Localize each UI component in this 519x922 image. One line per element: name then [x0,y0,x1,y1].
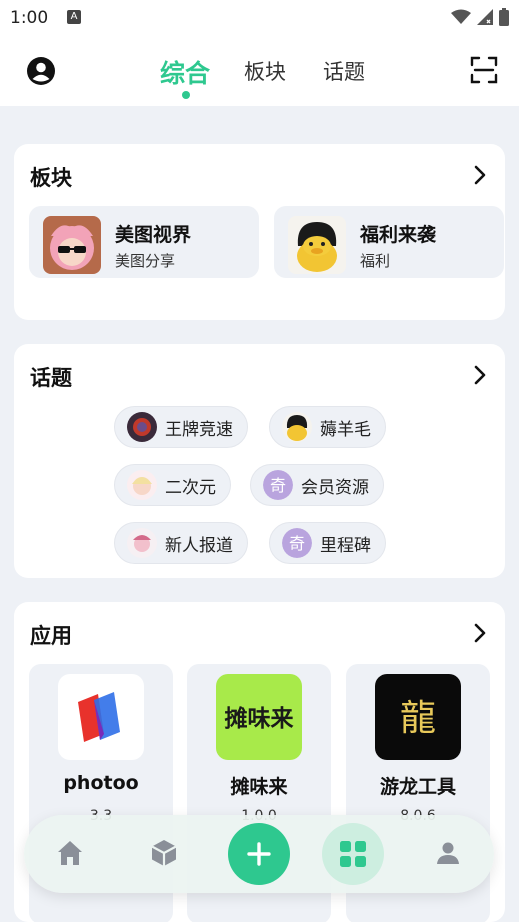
apps-grid-button[interactable] [322,823,384,885]
topic-chip[interactable]: 二次元 [114,464,231,506]
topic-label: 新人报道 [165,535,233,556]
topic-avatar-icon [127,412,157,442]
photoo-app-icon [58,674,144,760]
topic-label: 王牌竞速 [165,419,233,440]
youlong-app-icon: 龍 [375,674,461,760]
tab-general[interactable]: 综合 [160,54,210,90]
top-header: 综合 板块 话题 [0,36,519,106]
app-name: 摊味来 [230,776,288,798]
home-icon[interactable] [54,837,86,869]
board-item-meitu[interactable]: 美图视界 美图分享 [29,206,259,278]
topic-chip[interactable]: 王牌竞速 [114,406,248,448]
boards-section-title: 板块 [30,166,72,190]
add-post-button[interactable] [228,823,290,885]
signal-icon [477,9,493,25]
qi-glyph: 奇 [289,534,305,553]
battery-icon [499,8,509,26]
tanweilai-logo-text: 摊味来 [225,705,295,732]
board-item-fuli[interactable]: 福利来袭 福利 [274,206,504,278]
board-name: 美图视界 [115,224,192,246]
board-name: 福利来袭 [360,224,437,246]
topic-chip[interactable]: 奇 里程碑 [269,522,386,564]
person-icon[interactable] [432,837,464,869]
topic-avatar-icon [127,528,157,558]
active-tab-indicator [182,91,190,99]
a-notification-icon: A [67,10,81,24]
chevron-right-icon[interactable] [473,622,487,644]
topic-qi-icon: 奇 [282,528,312,558]
topic-avatar-icon [127,470,157,500]
apps-section-title: 应用 [30,624,72,648]
chevron-right-icon[interactable] [473,164,487,186]
board-desc: 福利 [360,252,391,270]
topic-qi-icon: 奇 [263,470,293,500]
tanweilai-app-icon: 摊味来 [216,674,302,760]
topic-label: 薅羊毛 [320,419,371,440]
topic-label: 里程碑 [320,535,371,556]
app-name: 游龙工具 [379,776,456,798]
board-desc: 美图分享 [115,252,176,270]
topics-card: 话题 王牌竞速 薅羊毛 二次元 奇 会员资源 新人报道 奇 里程碑 [14,344,505,578]
board-thumbnail-duck [288,216,346,274]
topic-chip[interactable]: 奇 会员资源 [250,464,384,506]
bottom-navigation [24,815,494,893]
dragon-glyph: 龍 [400,698,436,739]
topic-chip[interactable]: 新人报道 [114,522,248,564]
wifi-icon [451,9,471,24]
app-name: photoo [63,772,139,794]
grid-icon [340,841,366,867]
chevron-right-icon[interactable] [473,364,487,386]
tab-boards[interactable]: 板块 [244,56,286,86]
topic-chip[interactable]: 薅羊毛 [269,406,386,448]
qi-glyph: 奇 [270,476,286,495]
topic-label: 会员资源 [301,477,369,498]
status-time: 1:00 [10,8,49,28]
topics-section-title: 话题 [30,366,72,390]
tab-topics[interactable]: 话题 [323,56,365,86]
scan-icon[interactable] [470,56,498,84]
top-tabs: 综合 板块 话题 [0,36,519,106]
cube-icon[interactable] [148,837,180,869]
topic-avatar-icon [282,412,312,442]
status-bar: 1:00 A [0,0,519,36]
topic-label: 二次元 [165,477,216,498]
status-indicators [451,8,509,26]
board-thumbnail-anime [43,216,101,274]
boards-card: 板块 美图视界 美图分享 福利来袭 福利 [14,144,505,320]
plus-icon [247,842,271,866]
